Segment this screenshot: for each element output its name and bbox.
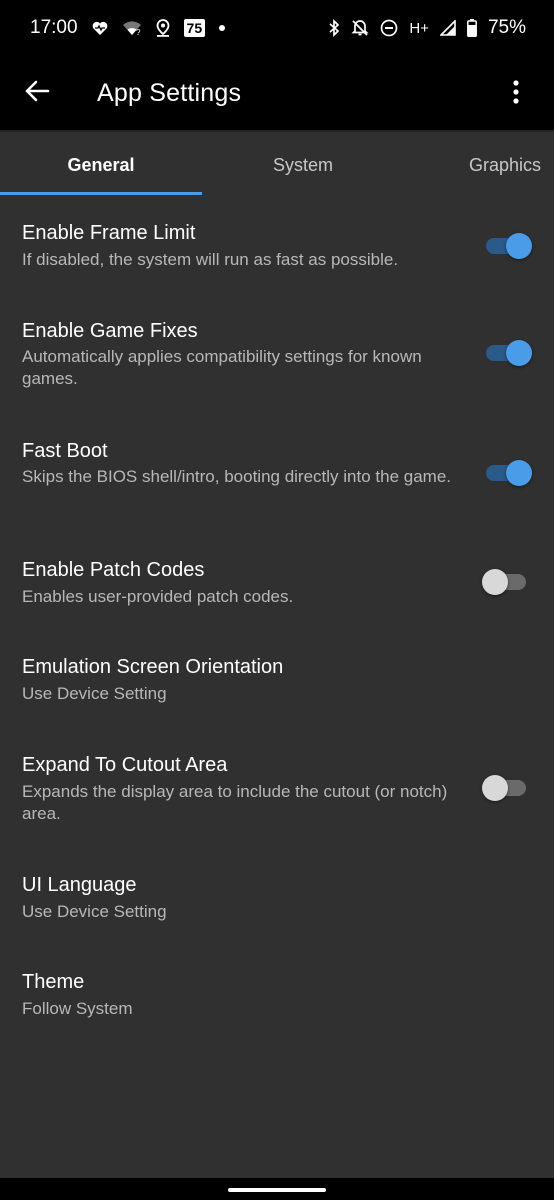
tab-system[interactable]: System <box>202 134 404 196</box>
cutout-area-switch[interactable] <box>482 774 528 801</box>
signal-icon <box>439 20 456 36</box>
setting-enable-game-fixes[interactable]: Enable Game Fixes Automatically applies … <box>0 306 554 426</box>
svg-text:?: ? <box>136 28 141 36</box>
tab-indicator <box>0 192 202 195</box>
tab-graphics[interactable]: Graphics <box>404 134 554 196</box>
tab-bar: General System Graphics <box>0 134 554 196</box>
setting-enable-frame-limit[interactable]: Enable Frame Limit If disabled, the syst… <box>0 196 554 306</box>
setting-expand-to-cutout-area[interactable]: Expand To Cutout Area Expands the displa… <box>0 742 554 862</box>
setting-summary: Follow System <box>22 999 133 1018</box>
setting-summary: Expands the display area to include the … <box>22 782 448 823</box>
setting-title: Emulation Screen Orientation <box>22 656 284 678</box>
app-badge: 75 <box>183 19 206 37</box>
switch-thumb <box>506 340 532 366</box>
setting-title: Expand To Cutout Area <box>22 754 228 776</box>
location-icon <box>156 19 170 37</box>
heart-monitor-icon <box>92 21 108 36</box>
setting-emulation-screen-orientation[interactable]: Emulation Screen Orientation Use Device … <box>0 644 554 742</box>
setting-summary: Skips the BIOS shell/intro, booting dire… <box>22 467 452 486</box>
more-vert-icon <box>513 79 519 109</box>
switch-thumb <box>482 569 508 595</box>
network-type-label: H+ <box>409 19 429 37</box>
dot-icon <box>219 25 226 31</box>
patch-codes-switch[interactable] <box>482 568 528 595</box>
do-not-disturb-icon <box>380 19 398 37</box>
notifications-off-icon <box>351 19 369 37</box>
setting-summary: Enables user-provided patch codes. <box>22 587 294 606</box>
tab-general[interactable]: General <box>0 134 202 196</box>
setting-summary: Use Device Setting <box>22 902 167 921</box>
status-bar: 17:00 ? 75 H+ 75% <box>0 0 554 56</box>
setting-title: Theme <box>22 971 85 993</box>
back-button[interactable] <box>10 66 64 120</box>
battery-icon <box>467 19 477 37</box>
frame-limit-switch[interactable] <box>484 232 532 259</box>
switch-thumb <box>506 233 532 259</box>
status-left: 17:00 ? 75 <box>30 17 226 39</box>
battery-percentage: 75% <box>487 17 526 38</box>
arrow-back-icon <box>24 80 50 107</box>
app-bar: App Settings <box>0 56 554 132</box>
setting-title: Enable Frame Limit <box>22 222 196 244</box>
status-time: 17:00 <box>30 17 78 38</box>
status-right: H+ 75% <box>328 17 526 39</box>
setting-fast-boot[interactable]: Fast Boot Skips the BIOS shell/intro, bo… <box>0 426 554 546</box>
setting-title: Enable Patch Codes <box>22 559 205 581</box>
setting-title: UI Language <box>22 874 137 896</box>
home-gesture-handle[interactable] <box>228 1188 326 1192</box>
setting-summary: If disabled, the system will run as fast… <box>22 250 399 269</box>
fast-boot-switch[interactable] <box>484 459 532 486</box>
bluetooth-icon <box>328 19 340 37</box>
setting-summary: Automatically applies compatibility sett… <box>22 347 422 388</box>
setting-title: Fast Boot <box>22 440 108 462</box>
setting-summary: Use Device Setting <box>22 684 167 703</box>
switch-thumb <box>506 460 532 486</box>
wifi-unknown-icon: ? <box>122 20 142 36</box>
overflow-menu-button[interactable] <box>492 68 540 120</box>
game-fixes-switch[interactable] <box>484 339 532 366</box>
setting-ui-language[interactable]: UI Language Use Device Setting <box>0 862 554 960</box>
setting-enable-patch-codes[interactable]: Enable Patch Codes Enables user-provided… <box>0 546 554 644</box>
page-title: App Settings <box>97 78 242 107</box>
navigation-bar <box>0 1178 554 1200</box>
switch-thumb <box>482 775 508 801</box>
setting-title: Enable Game Fixes <box>22 320 198 342</box>
setting-theme[interactable]: Theme Follow System <box>0 960 554 1058</box>
